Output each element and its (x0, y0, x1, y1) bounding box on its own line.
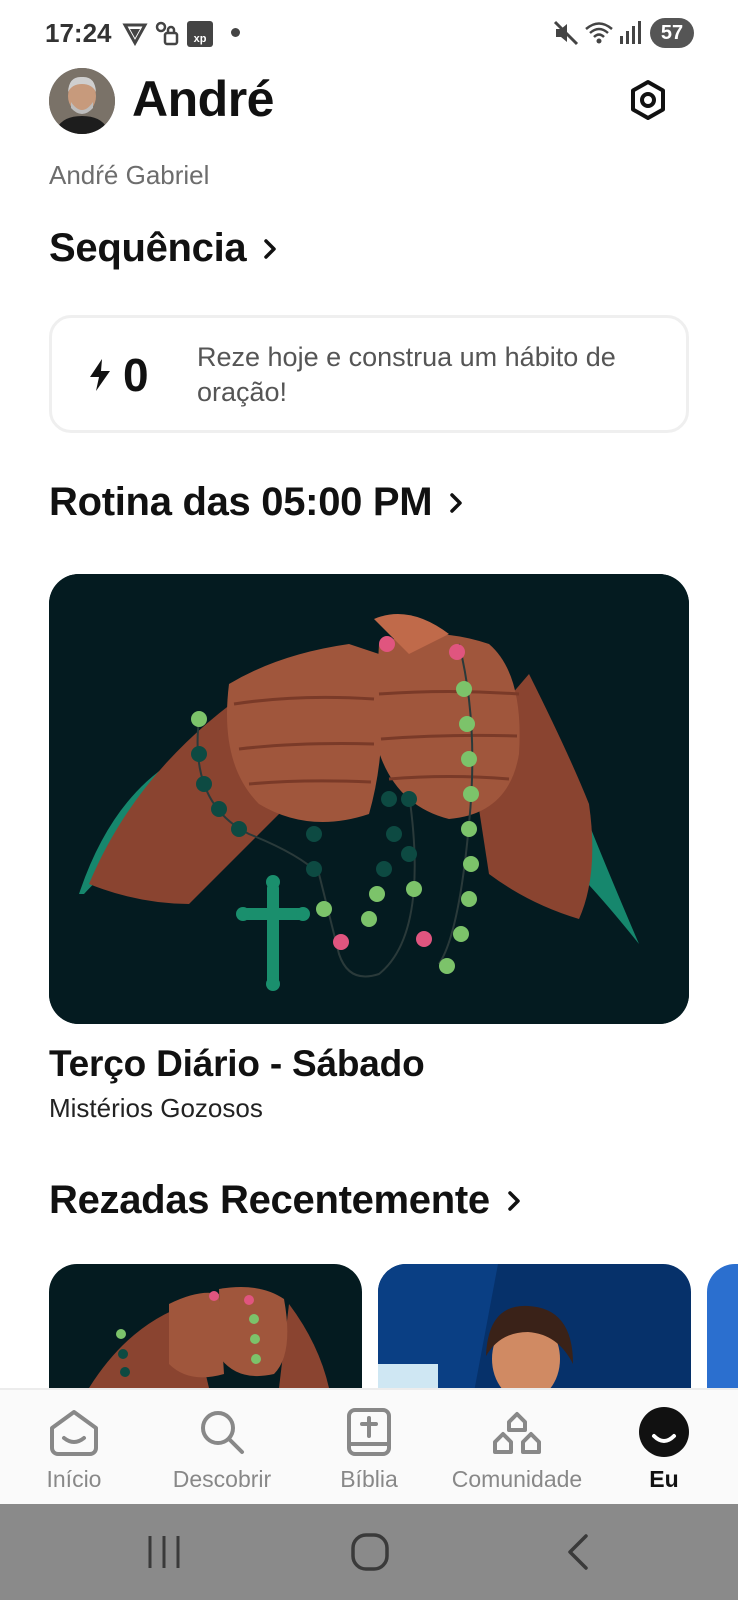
chevron-right-icon (508, 1190, 520, 1211)
bottom-nav: Início Descobrir Bíblia Comunidade Eu (0, 1388, 738, 1504)
nav-discover-label: Descobrir (172, 1466, 272, 1492)
nav-profile[interactable]: Eu (590, 1390, 738, 1506)
bible-icon (347, 1408, 391, 1456)
chevron-right-icon (450, 492, 463, 513)
recents-icon[interactable] (142, 1530, 186, 1574)
settings-button[interactable] (626, 78, 670, 122)
profile-icon (639, 1407, 689, 1457)
saint-thumbnail (378, 1264, 573, 1388)
battery-indicator: 57 (650, 18, 694, 48)
lightning-icon (90, 359, 110, 391)
recent-card-saint[interactable] (378, 1264, 691, 1388)
nav-discover[interactable]: Descobrir (148, 1390, 296, 1506)
routine-title[interactable]: Terço Diário - Sábado (49, 1043, 425, 1085)
status-time: 17:24 (45, 18, 112, 48)
gear-icon (631, 80, 665, 120)
rosary-hands-image (49, 574, 689, 1024)
nav-home[interactable]: Início (0, 1390, 148, 1506)
streak-card[interactable]: 0 Reze hoje e construa um hábito de oraç… (49, 315, 689, 433)
user-full-name: Andŕé Gabriel (49, 160, 210, 190)
signal-icon (620, 21, 641, 44)
recent-heading[interactable]: Rezadas Recentemente (49, 1178, 524, 1223)
chevron-right-icon (264, 238, 277, 259)
rosary-thumbnail (89, 1286, 329, 1388)
nav-bible-label: Bíblia (340, 1466, 398, 1492)
page-title: André (132, 71, 274, 127)
streak-number: 0 (123, 349, 149, 401)
avatar[interactable] (49, 68, 115, 134)
nav-home-label: Início (46, 1466, 102, 1492)
system-nav-bar (0, 1504, 738, 1600)
recent-carousel[interactable] (0, 1264, 738, 1388)
routine-subtitle: Mistérios Gozosos (49, 1093, 263, 1123)
search-icon (201, 1411, 244, 1454)
nav-community-label: Comunidade (451, 1466, 583, 1492)
back-icon[interactable] (556, 1530, 600, 1574)
status-bar: 17:24 xp 57 (0, 0, 738, 64)
nav-bible[interactable]: Bíblia (295, 1390, 443, 1506)
rosary-illustration[interactable] (49, 574, 689, 1024)
home-icon (50, 1410, 98, 1456)
svg-text:xp: xp (194, 33, 207, 45)
streak-message: Reze hoje e construa um hábito de oração… (197, 342, 616, 407)
xp-app-icon: xp (187, 21, 213, 47)
home-button-icon[interactable] (348, 1530, 392, 1574)
routine-heading[interactable]: Rotina das 05:00 PM (49, 480, 466, 525)
nav-community[interactable]: Comunidade (443, 1390, 591, 1506)
voicemail-lock-icon (155, 21, 179, 46)
streak-heading-label: Sequência (49, 226, 247, 270)
vpn-icon (122, 23, 148, 46)
nav-profile-label: Eu (649, 1466, 679, 1492)
recent-card-rosary[interactable] (49, 1264, 362, 1388)
streak-count: 0 (87, 348, 149, 402)
routine-heading-label: Rotina das 05:00 PM (49, 480, 433, 524)
wifi-icon (585, 22, 613, 44)
streak-heading[interactable]: Sequência (49, 226, 280, 271)
community-icon (493, 1412, 541, 1454)
recent-card-partial[interactable] (707, 1264, 738, 1388)
avatar-photo (49, 68, 115, 134)
mute-icon (553, 20, 579, 46)
recent-heading-label: Rezadas Recentemente (49, 1178, 490, 1222)
notification-dot (231, 28, 240, 37)
